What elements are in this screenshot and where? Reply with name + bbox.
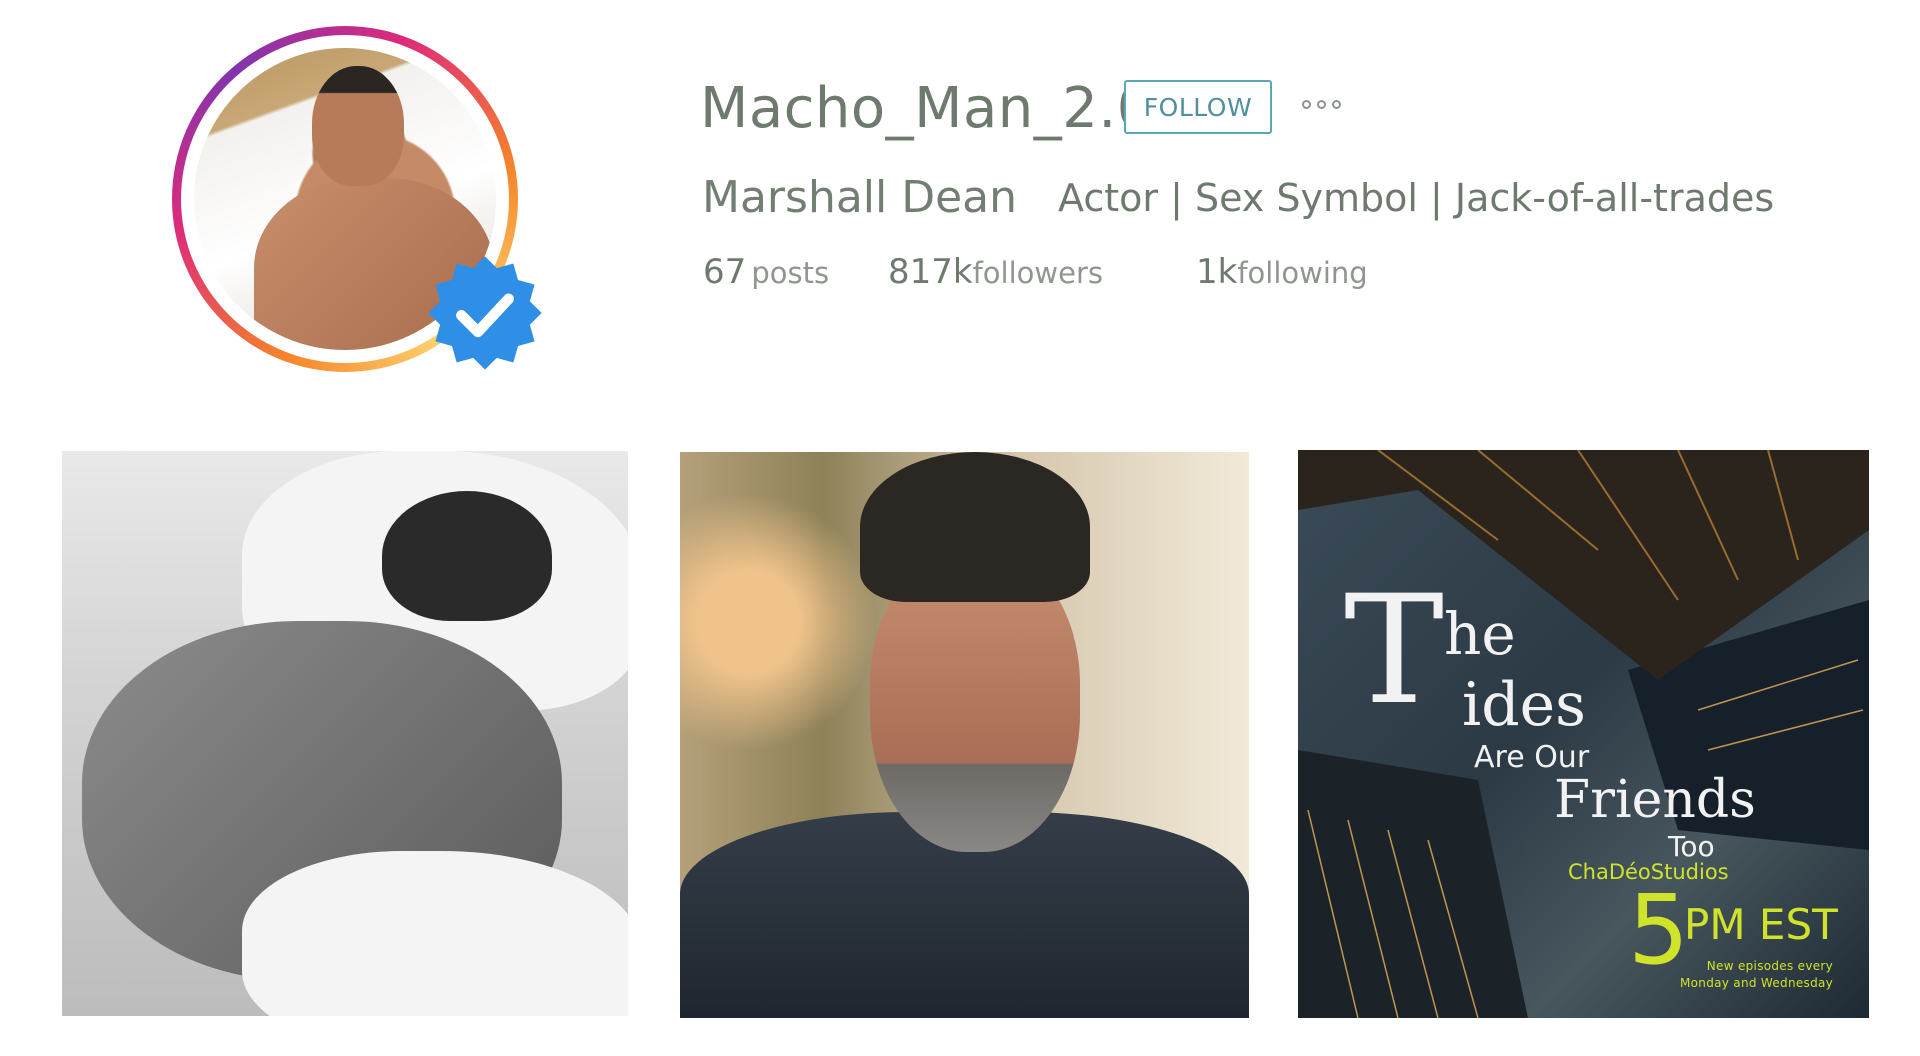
profile-bio: Actor | Sex Symbol | Jack-of-all-trades [1058, 176, 1775, 220]
more-options-icon[interactable] [1302, 100, 1341, 109]
posts-label: posts [751, 256, 830, 290]
following-count: 1k [1196, 252, 1238, 292]
posts-count: 67 [703, 252, 747, 292]
posts-stat[interactable]: 67 posts [703, 252, 829, 292]
poster-title-he: he [1444, 600, 1516, 668]
following-stat[interactable]: 1kfollowing [1196, 252, 1368, 292]
post-thumbnail[interactable] [62, 451, 628, 1016]
following-label: following [1237, 256, 1368, 290]
poster-title-friends: Friends [1554, 770, 1756, 830]
followers-stat[interactable]: 817kfollowers [888, 252, 1103, 292]
follow-button[interactable]: FOLLOW [1124, 80, 1272, 134]
post-thumbnail[interactable]: T he ides Are Our Friends Too ChaDéoStud… [1298, 450, 1869, 1018]
poster-title-too: Too [1668, 830, 1715, 863]
profile-full-name: Marshall Dean [702, 172, 1018, 223]
profile-username: Macho_Man_2.0 [700, 76, 1153, 141]
poster-time-zone: PM EST [1684, 900, 1838, 949]
followers-count: 817k [888, 252, 973, 292]
poster-title-ides: ides [1462, 670, 1586, 740]
followers-label: followers [972, 256, 1103, 290]
post-thumbnail[interactable] [680, 452, 1249, 1018]
poster-title-initial: T [1344, 564, 1445, 738]
profile-avatar[interactable] [172, 26, 542, 372]
verified-badge-icon [428, 256, 542, 370]
poster-schedule: New episodes every Monday and Wednesday [1680, 959, 1834, 991]
